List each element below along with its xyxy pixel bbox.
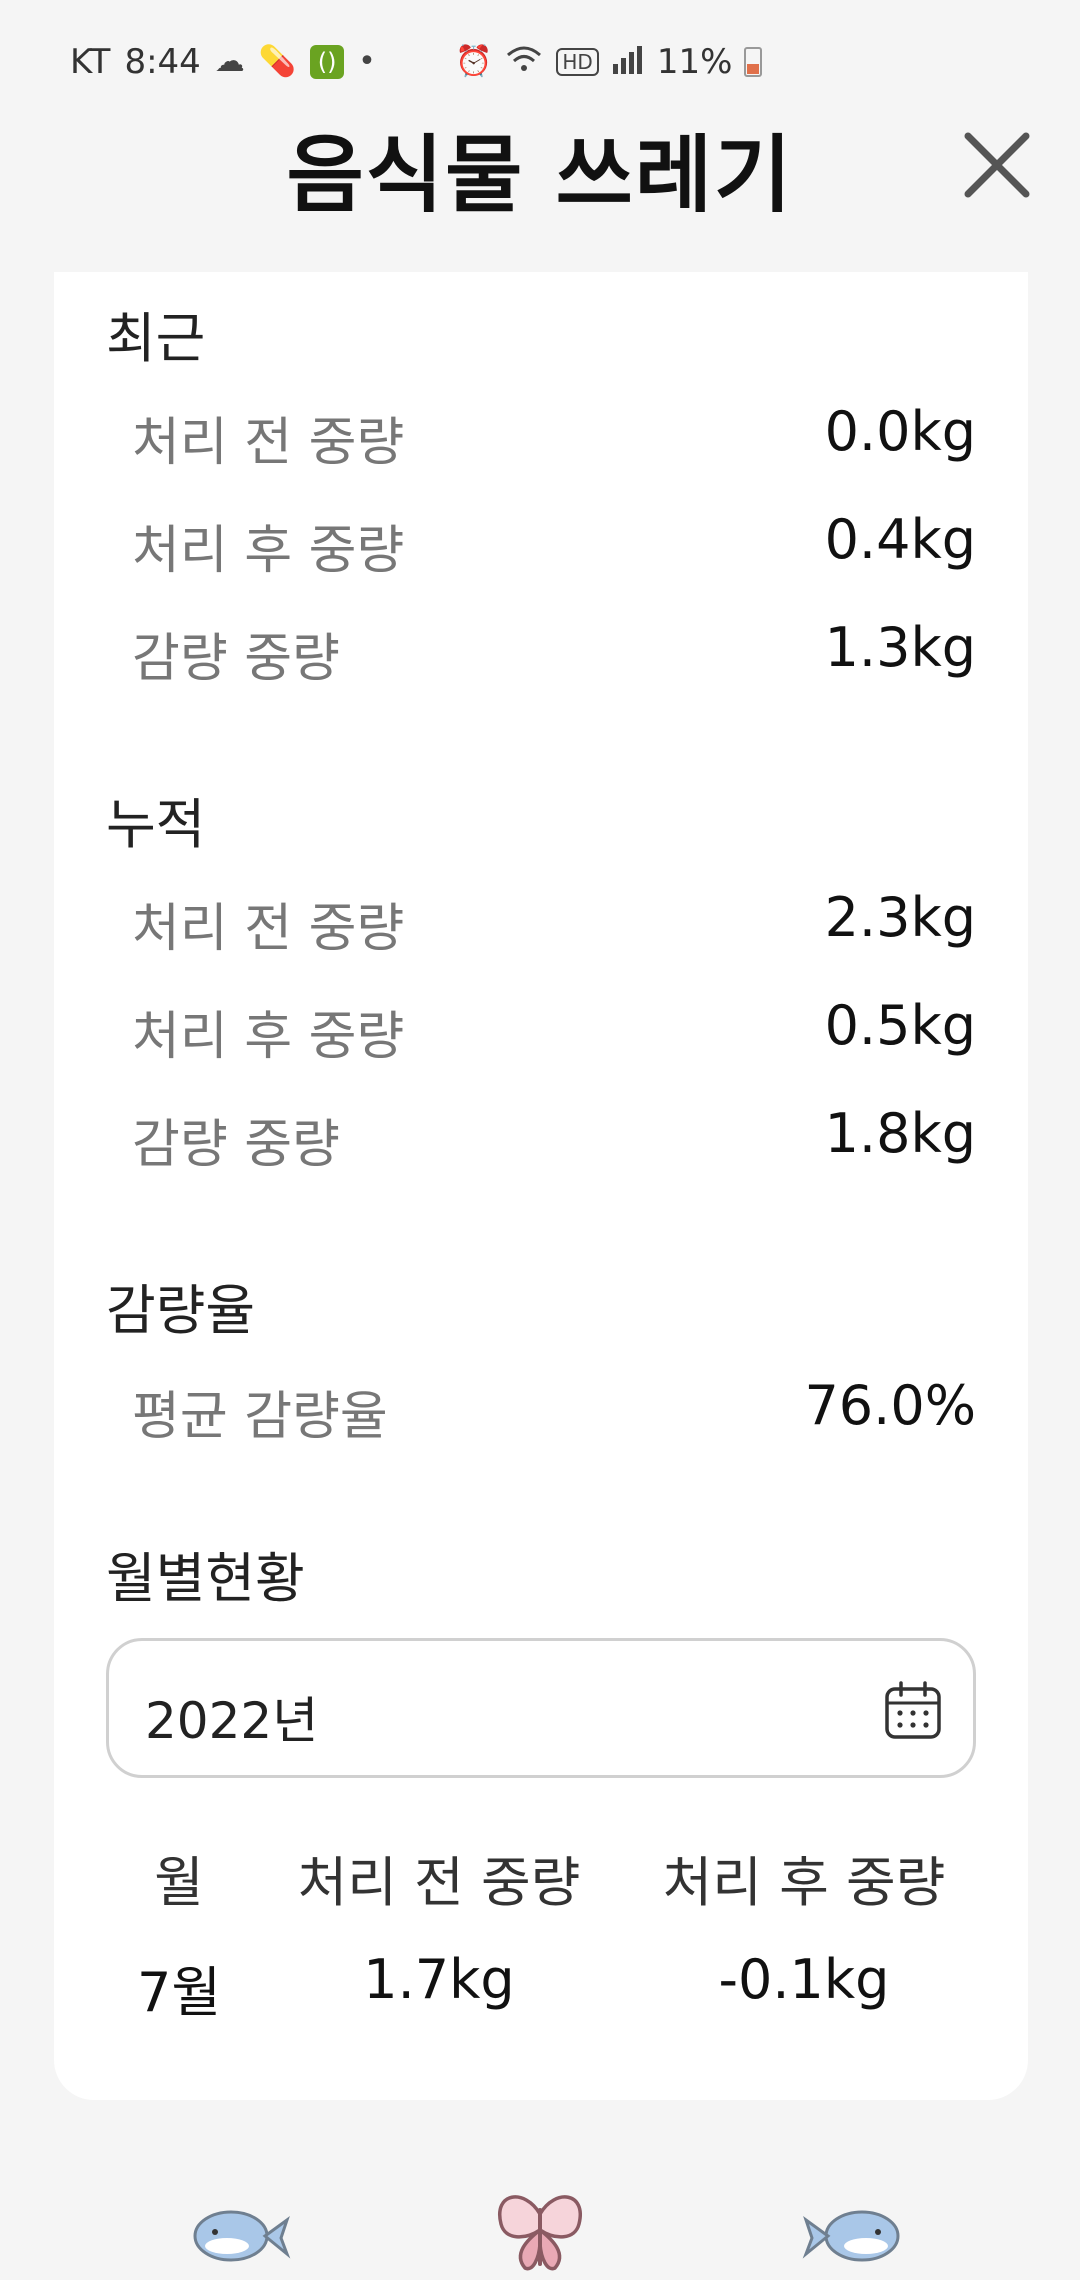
status-left: KT 8:44 ☁ 💊 () • bbox=[70, 42, 376, 82]
signal-icon bbox=[611, 44, 645, 80]
section-title-recent: 최근 bbox=[106, 307, 206, 370]
hd-icon: HD bbox=[556, 48, 599, 76]
nav-button-right[interactable] bbox=[800, 2184, 910, 2274]
year-picker[interactable]: 2022년 bbox=[106, 1638, 976, 1778]
row-value: 1.3kg bbox=[824, 616, 976, 679]
whale-icon bbox=[193, 2210, 291, 2262]
row-label: 처리 전 중량 bbox=[132, 899, 405, 959]
column-header-after: 처리 후 중량 bbox=[662, 1851, 946, 1914]
reduction-row-average: 평균 감량율 76.0% bbox=[54, 1374, 1028, 1454]
row-value: 2.3kg bbox=[824, 886, 976, 949]
row-label: 처리 후 중량 bbox=[132, 1007, 405, 1067]
row-value: 0.0kg bbox=[824, 400, 976, 463]
row-label: 감량 중량 bbox=[132, 629, 340, 689]
butterfly-icon bbox=[498, 2195, 582, 2271]
section-title-reduction: 감량율 bbox=[106, 1279, 256, 1342]
row-label: 처리 후 중량 bbox=[132, 521, 405, 581]
row-value: 0.5kg bbox=[824, 994, 976, 1057]
status-right: ⏰ HD 11% bbox=[455, 42, 763, 82]
stats-card: 최근 처리 전 중량 0.0kg 처리 후 중량 0.4kg 감량 중량 1.3… bbox=[54, 272, 1028, 2100]
close-button[interactable] bbox=[962, 130, 1032, 200]
green-app-icon: () bbox=[310, 45, 345, 79]
bottom-nav bbox=[0, 2160, 1080, 2280]
carrier-label: KT bbox=[70, 42, 111, 82]
pill-icon: 💊 bbox=[258, 44, 297, 79]
section-title-cumulative: 누적 bbox=[106, 793, 206, 856]
section-title-monthly: 월별현황 bbox=[106, 1547, 305, 1610]
cumulative-row-reduced: 감량 중량 1.8kg bbox=[54, 1102, 1028, 1182]
recent-row-before: 처리 전 중량 0.0kg bbox=[54, 400, 1028, 480]
nav-button-left[interactable] bbox=[183, 2184, 293, 2274]
battery-icon bbox=[744, 47, 763, 77]
recent-row-reduced: 감량 중량 1.3kg bbox=[54, 616, 1028, 696]
cumulative-row-after: 처리 후 중량 0.5kg bbox=[54, 994, 1028, 1074]
page-title: 음식물 쓰레기 bbox=[286, 126, 794, 224]
battery-percent: 11% bbox=[656, 42, 733, 82]
recent-row-after: 처리 후 중량 0.4kg bbox=[54, 508, 1028, 588]
row-label: 감량 중량 bbox=[132, 1115, 340, 1175]
whale-icon bbox=[802, 2210, 900, 2262]
cell-before: 1.7kg bbox=[363, 1948, 515, 2011]
row-value: 76.0% bbox=[804, 1374, 976, 1437]
status-bar: KT 8:44 ☁ 💊 () • ⏰ HD 11% bbox=[0, 0, 1080, 120]
column-header-month: 월 bbox=[154, 1851, 204, 1914]
cell-after: -0.1kg bbox=[718, 1948, 890, 2011]
dot-icon: • bbox=[358, 44, 376, 79]
monthly-table-header: 월 처리 전 중량 처리 후 중량 bbox=[54, 1838, 1028, 1918]
row-label: 처리 전 중량 bbox=[132, 413, 405, 473]
nav-button-center[interactable] bbox=[485, 2184, 595, 2274]
close-icon bbox=[964, 132, 1030, 198]
year-value: 2022년 bbox=[145, 1692, 319, 1750]
alarm-icon: ⏰ bbox=[455, 44, 493, 79]
clock-time: 8:44 bbox=[124, 42, 201, 82]
cumulative-row-before: 처리 전 중량 2.3kg bbox=[54, 886, 1028, 966]
row-value: 1.8kg bbox=[824, 1102, 976, 1165]
cloud-icon: ☁ bbox=[214, 44, 245, 79]
row-value: 0.4kg bbox=[824, 508, 976, 571]
calendar-icon bbox=[885, 1681, 941, 1739]
wifi-icon bbox=[504, 43, 544, 81]
cell-month: 7월 bbox=[136, 1961, 222, 2024]
row-label: 평균 감량율 bbox=[132, 1387, 388, 1447]
table-row: 7월 1.7kg -0.1kg bbox=[54, 1948, 1028, 2028]
column-header-before: 처리 전 중량 bbox=[297, 1851, 581, 1914]
